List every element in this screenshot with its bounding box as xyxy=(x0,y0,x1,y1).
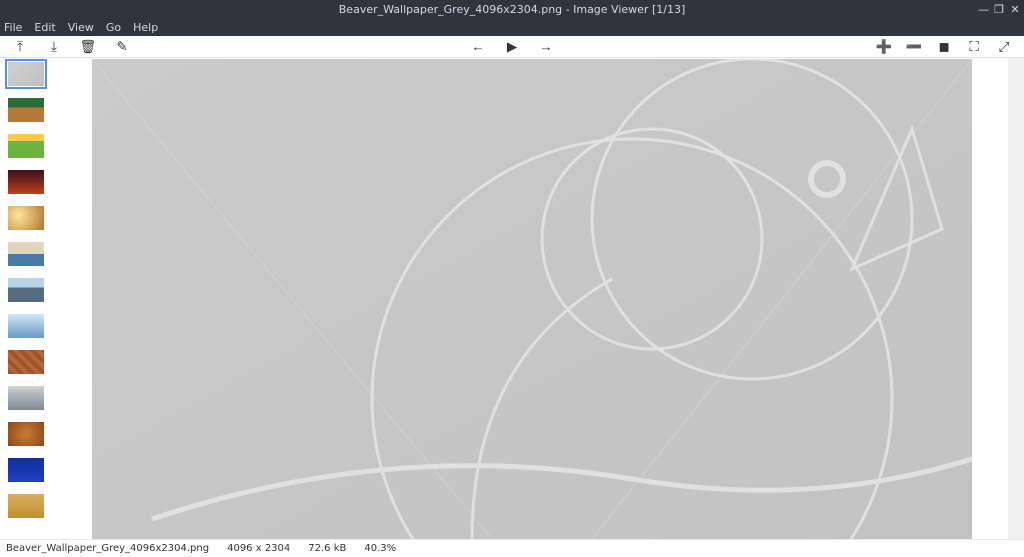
thumbnail-6[interactable] xyxy=(8,242,44,266)
zoom-fit-button[interactable]: ⛶ xyxy=(966,39,982,55)
zoom-out-button[interactable]: ➖ xyxy=(906,39,922,55)
thumbnail-11[interactable] xyxy=(8,422,44,446)
close-button[interactable]: ✕ xyxy=(1010,3,1020,16)
toolbar-group-left: ⤒ ⤓ 🗑 ✎ xyxy=(12,39,130,55)
status-zoom: 40.3% xyxy=(364,543,396,554)
arrow-right-icon: → xyxy=(539,39,552,54)
zoom-out-icon: ➖ xyxy=(906,39,923,55)
thumbnail-1[interactable] xyxy=(8,62,44,86)
thumbnail-2[interactable] xyxy=(8,98,44,122)
menu-help[interactable]: Help xyxy=(133,21,158,34)
vertical-scrollbar[interactable] xyxy=(1008,58,1024,539)
menu-edit[interactable]: Edit xyxy=(34,21,55,34)
status-filename: Beaver_Wallpaper_Grey_4096x2304.png xyxy=(6,543,209,554)
trash-icon: 🗑 xyxy=(80,39,97,55)
fullscreen-icon: ⤢ xyxy=(999,39,1010,55)
delete-button[interactable]: 🗑 xyxy=(80,39,96,55)
zoom-original-icon: ◼ xyxy=(938,39,949,55)
thumbnail-9[interactable] xyxy=(8,350,44,374)
minimize-button[interactable]: — xyxy=(978,3,988,16)
thumbnail-12[interactable] xyxy=(8,458,44,482)
window-controls: — ❐ ✕ xyxy=(978,3,1020,16)
thumbnail-4[interactable] xyxy=(8,170,44,194)
image-canvas[interactable] xyxy=(92,59,972,539)
toolbar-group-right: ➕ ➖ ◼ ⛶ ⤢ xyxy=(876,39,1012,55)
edit-button[interactable]: ✎ xyxy=(114,39,130,55)
menubar: File Edit View Go Help xyxy=(0,18,1024,36)
thumbnail-7[interactable] xyxy=(8,278,44,302)
status-filesize: 72.6 kB xyxy=(308,543,346,554)
menu-view[interactable]: View xyxy=(68,21,94,34)
toolbar-group-center: ← ▶ → xyxy=(470,39,554,55)
open-icon: ⤒ xyxy=(17,39,23,55)
thumbnail-10[interactable] xyxy=(8,386,44,410)
play-icon: ▶ xyxy=(507,39,517,55)
status-dimensions: 4096 x 2304 xyxy=(227,543,290,554)
pencil-icon: ✎ xyxy=(116,39,127,55)
thumbnail-5[interactable] xyxy=(8,206,44,230)
thumbnail-13[interactable] xyxy=(8,494,44,518)
previous-button[interactable]: ← xyxy=(470,39,486,55)
zoom-fit-icon: ⛶ xyxy=(969,39,978,55)
toolbar: ⤒ ⤓ 🗑 ✎ ← ▶ → ➕ ➖ ◼ ⛶ ⤢ xyxy=(0,36,1024,58)
zoom-in-button[interactable]: ➕ xyxy=(876,39,892,55)
viewer-area xyxy=(56,58,1008,539)
zoom-original-button[interactable]: ◼ xyxy=(936,39,952,55)
save-button[interactable]: ⤓ xyxy=(46,39,62,55)
arrow-left-icon: ← xyxy=(471,39,484,54)
fullscreen-button[interactable]: ⤢ xyxy=(996,39,1012,55)
thumbnail-panel[interactable] xyxy=(0,58,56,539)
beaver-wallpaper-illustration xyxy=(92,59,972,539)
play-button[interactable]: ▶ xyxy=(504,39,520,55)
menu-file[interactable]: File xyxy=(4,21,22,34)
menu-go[interactable]: Go xyxy=(106,21,121,34)
main-body xyxy=(0,58,1024,539)
thumbnail-8[interactable] xyxy=(8,314,44,338)
open-button[interactable]: ⤒ xyxy=(12,39,28,55)
next-button[interactable]: → xyxy=(538,39,554,55)
titlebar: Beaver_Wallpaper_Grey_4096x2304.png - Im… xyxy=(0,0,1024,18)
save-icon: ⤓ xyxy=(51,39,57,55)
window-title: Beaver_Wallpaper_Grey_4096x2304.png - Im… xyxy=(339,3,685,16)
zoom-in-icon: ➕ xyxy=(876,39,893,55)
thumbnail-3[interactable] xyxy=(8,134,44,158)
statusbar: Beaver_Wallpaper_Grey_4096x2304.png 4096… xyxy=(0,539,1024,557)
maximize-button[interactable]: ❐ xyxy=(994,3,1004,16)
